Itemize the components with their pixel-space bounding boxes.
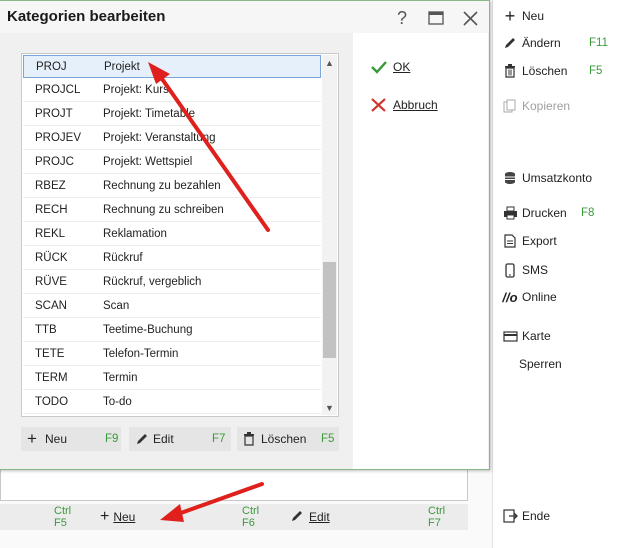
- arrow-to-first-row: [148, 62, 270, 232]
- arrow-to-new-button: [160, 482, 264, 522]
- annotation-arrows: [148, 62, 270, 522]
